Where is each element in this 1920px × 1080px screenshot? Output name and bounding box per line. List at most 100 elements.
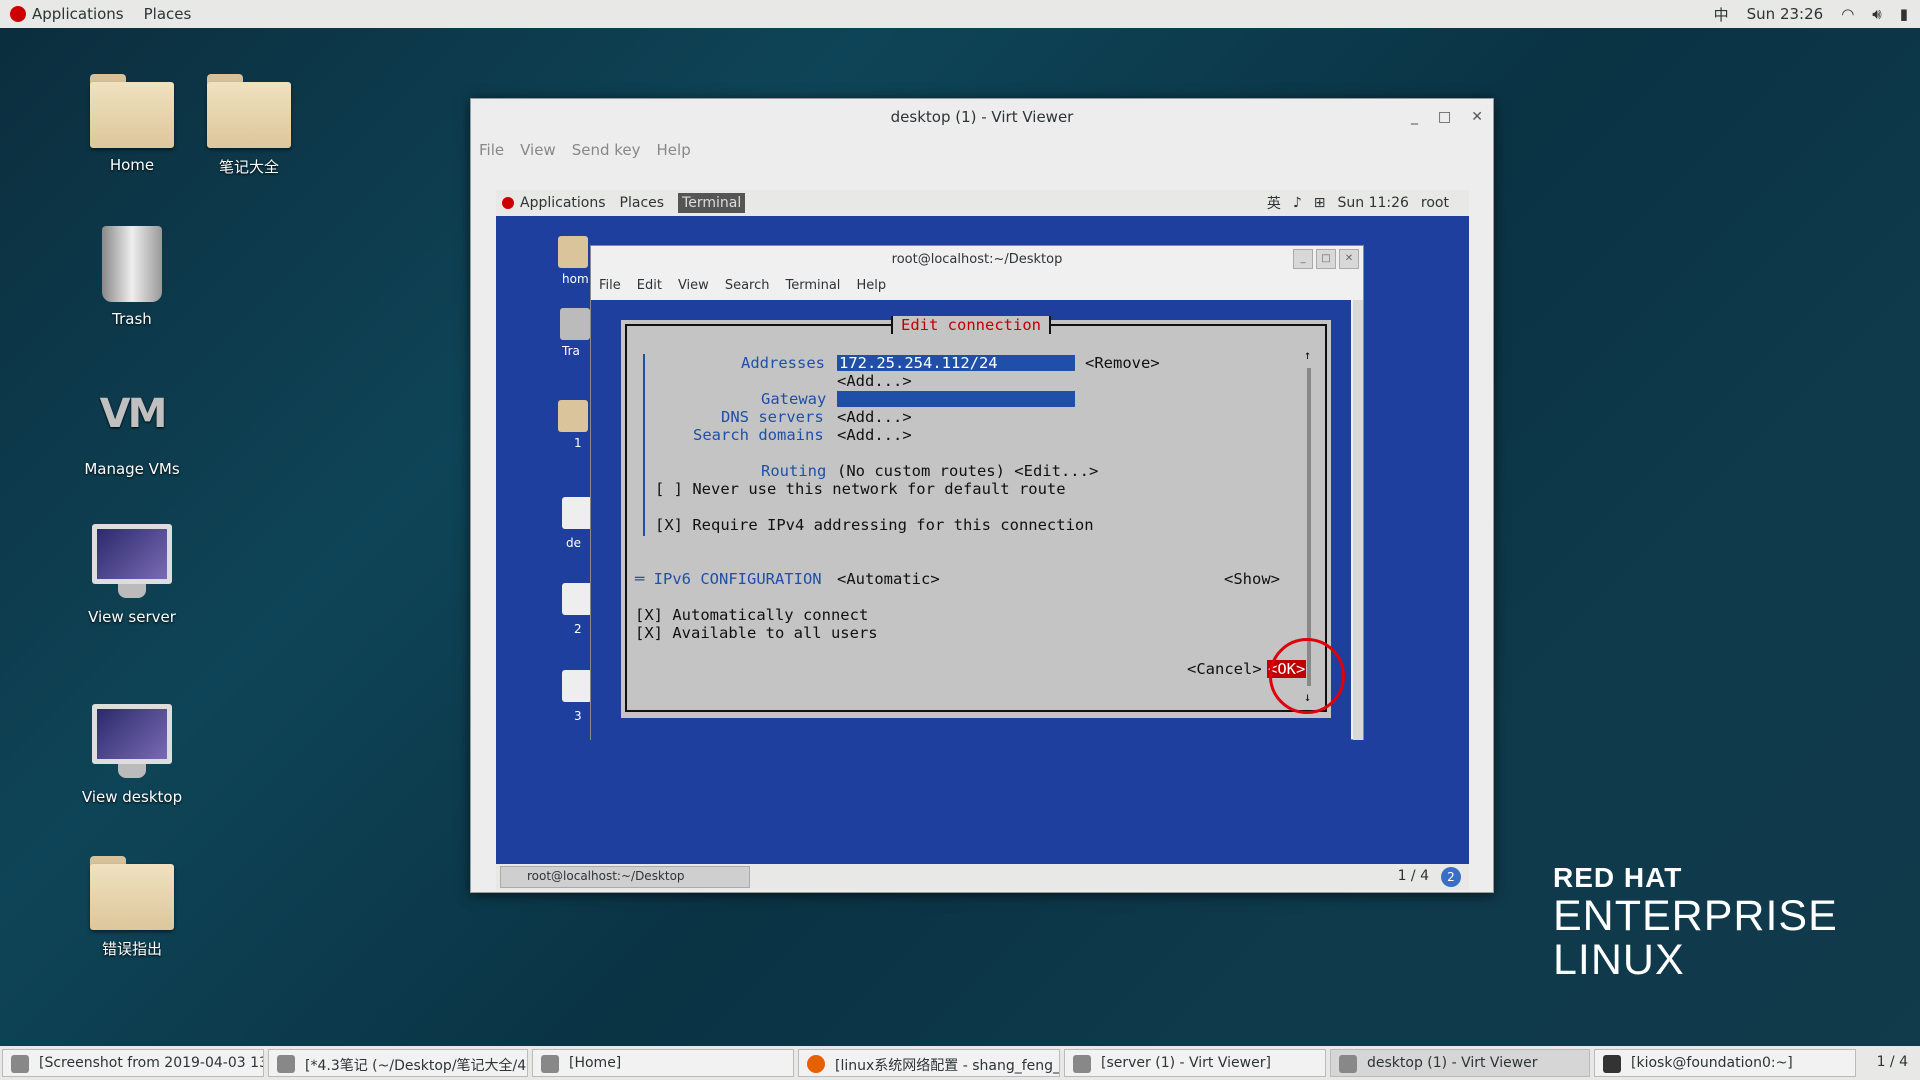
address-input[interactable]: 172.25.254.112/24: [837, 355, 1075, 371]
menu-help[interactable]: Help: [657, 141, 691, 159]
guest-user-menu[interactable]: root: [1421, 195, 1449, 211]
image-viewer-icon: [11, 1055, 29, 1073]
add-dns-button[interactable]: <Add...>: [837, 408, 912, 426]
guest-places-menu[interactable]: Places: [620, 195, 665, 211]
maximize-icon[interactable]: □: [1438, 99, 1451, 135]
guest-applications-menu[interactable]: Applications: [520, 195, 606, 211]
desktop-icon-home[interactable]: Home: [67, 74, 197, 174]
desktop-icon-view-server[interactable]: View server: [67, 524, 197, 626]
redhat-icon: [502, 197, 514, 209]
close-icon[interactable]: ✕: [1471, 99, 1483, 135]
terminal-menu-file[interactable]: File: [599, 278, 621, 296]
terminal-screen[interactable]: Edit connection Addresses 172.25.254.112…: [591, 300, 1351, 740]
all-users-checkbox[interactable]: [X] Available to all users: [635, 624, 878, 642]
guest-icon-label: 3: [574, 709, 582, 723]
volume-icon[interactable]: 🔊︎: [1872, 5, 1881, 23]
terminal-menu-search[interactable]: Search: [725, 278, 770, 296]
desktop-icon-label: View desktop: [81, 788, 183, 806]
add-search-domain-button[interactable]: <Add...>: [837, 426, 912, 444]
places-menu[interactable]: Places: [134, 5, 202, 23]
never-default-route-checkbox[interactable]: [ ] Never use this network for default r…: [655, 480, 1066, 498]
terminal-menu-view[interactable]: View: [678, 278, 709, 296]
workspace-indicator[interactable]: 1 / 4: [1877, 1054, 1908, 1070]
menu-file[interactable]: File: [479, 141, 504, 159]
terminal-menu-terminal[interactable]: Terminal: [785, 278, 840, 296]
guest-home-folder-icon[interactable]: [558, 236, 588, 268]
brand-line-3: LINUX: [1553, 936, 1685, 984]
taskbar-item-label: [Home]: [569, 1055, 622, 1071]
window-titlebar[interactable]: desktop (1) - Virt Viewer _ □ ✕: [471, 99, 1493, 135]
guest-file-icon[interactable]: [562, 583, 592, 615]
guest-clock[interactable]: Sun 11:26: [1337, 195, 1408, 211]
menu-send-key[interactable]: Send key: [572, 141, 641, 159]
nmtui-edit-connection-dialog: Edit connection Addresses 172.25.254.112…: [621, 316, 1345, 718]
taskbar-item-screenshot[interactable]: [Screenshot from 2019-04-03 13-...: [2, 1049, 264, 1077]
terminal-scrollbar[interactable]: [1353, 300, 1363, 740]
addresses-label: Addresses: [741, 354, 825, 372]
taskbar-item-server-viewer[interactable]: [server (1) - Virt Viewer]: [1064, 1049, 1326, 1077]
virt-viewer-icon: [1339, 1055, 1357, 1073]
guest-file-icon[interactable]: [562, 497, 592, 529]
guest-taskbar-item[interactable]: root@localhost:~/Desktop: [500, 866, 750, 888]
taskbar-item-notes[interactable]: [*4.3笔记 (~/Desktop/笔记大全/4.3...: [268, 1049, 528, 1077]
add-address-button[interactable]: <Add...>: [837, 372, 912, 390]
wifi-icon[interactable]: ◠: [1841, 5, 1854, 23]
scroll-up-icon[interactable]: ↑: [1304, 346, 1311, 364]
routing-label: Routing: [761, 462, 827, 480]
guest-icon-label: hom: [562, 272, 589, 286]
guest-trash-icon[interactable]: [560, 308, 590, 340]
terminal-icon: [1603, 1055, 1621, 1073]
taskbar-item-desktop-viewer[interactable]: desktop (1) - Virt Viewer: [1330, 1049, 1590, 1077]
guest-file-icon[interactable]: [562, 670, 592, 702]
minimize-icon[interactable]: _: [1411, 99, 1418, 135]
input-method-indicator[interactable]: 中: [1714, 4, 1729, 25]
desktop-icon-manage-vms[interactable]: VM Manage VMs: [67, 376, 197, 478]
taskbar-item-browser[interactable]: [linux系统网络配置 - shang_feng_w...: [798, 1049, 1060, 1077]
terminal-menu-help[interactable]: Help: [856, 278, 886, 296]
monitor-icon: [92, 704, 172, 780]
taskbar-item-label: desktop (1) - Virt Viewer: [1367, 1055, 1538, 1071]
guest-taskbar: root@localhost:~/Desktop 1 / 4 2: [496, 864, 1469, 890]
auto-connect-checkbox[interactable]: [X] Automatically connect: [635, 606, 868, 624]
folder-icon: [90, 856, 174, 930]
battery-icon[interactable]: ▮: [1900, 5, 1908, 23]
taskbar-item-label: [Screenshot from 2019-04-03 13-...: [39, 1055, 264, 1071]
guest-input-method[interactable]: 英: [1267, 193, 1281, 213]
terminal-menu-edit[interactable]: Edit: [637, 278, 662, 296]
desktop-icon-trash[interactable]: Trash: [67, 226, 197, 328]
taskbar-item-label: [*4.3笔记 (~/Desktop/笔记大全/4.3...: [305, 1058, 527, 1074]
desktop-icon-notes[interactable]: 笔记大全: [184, 74, 314, 177]
terminal-titlebar[interactable]: root@localhost:~/Desktop _ □ ✕: [591, 246, 1363, 274]
guest-workspace-button[interactable]: 2: [1441, 867, 1461, 887]
guest-folder-icon[interactable]: [558, 400, 588, 432]
desktop-icon-view-desktop[interactable]: View desktop: [67, 704, 197, 806]
virt-viewer-icon: [1073, 1055, 1091, 1073]
maximize-icon[interactable]: □: [1316, 249, 1336, 269]
close-icon[interactable]: ✕: [1339, 249, 1359, 269]
guest-taskbar-item-label: root@localhost:~/Desktop: [527, 869, 685, 883]
applications-menu[interactable]: Applications: [0, 5, 134, 23]
guest-volume-icon[interactable]: ♪: [1293, 195, 1302, 211]
guest-network-icon[interactable]: ⊞: [1314, 195, 1326, 211]
guest-display[interactable]: Applications Places Terminal 英 ♪ ⊞ Sun 1…: [496, 190, 1469, 890]
minimize-icon[interactable]: _: [1293, 249, 1313, 269]
clock[interactable]: Sun 23:26: [1747, 5, 1824, 23]
places-label: Places: [143, 5, 192, 23]
ipv6-mode-dropdown[interactable]: <Automatic>: [837, 570, 940, 588]
require-ipv4-checkbox[interactable]: [X] Require IPv4 addressing for this con…: [655, 516, 1094, 534]
window-title: desktop (1) - Virt Viewer: [890, 108, 1074, 126]
guest-icon-label: 1: [574, 436, 582, 450]
gateway-input[interactable]: [837, 391, 1075, 407]
guest-terminal-label[interactable]: Terminal: [678, 193, 746, 213]
ipv6-show-button[interactable]: <Show>: [1224, 570, 1280, 588]
remove-address-button[interactable]: <Remove>: [1085, 354, 1160, 372]
file-manager-icon: [541, 1055, 559, 1073]
guest-icon-label: 2: [574, 622, 582, 636]
taskbar-item-home[interactable]: [Home]: [532, 1049, 794, 1077]
annotation-circle: [1269, 638, 1345, 714]
desktop-icon-errors[interactable]: 错误指出: [67, 856, 197, 959]
routing-edit-button[interactable]: (No custom routes) <Edit...>: [837, 462, 1098, 480]
taskbar-item-terminal[interactable]: [kiosk@foundation0:~]: [1594, 1049, 1856, 1077]
menu-view[interactable]: View: [520, 141, 556, 159]
cancel-button[interactable]: <Cancel>: [1187, 660, 1262, 678]
